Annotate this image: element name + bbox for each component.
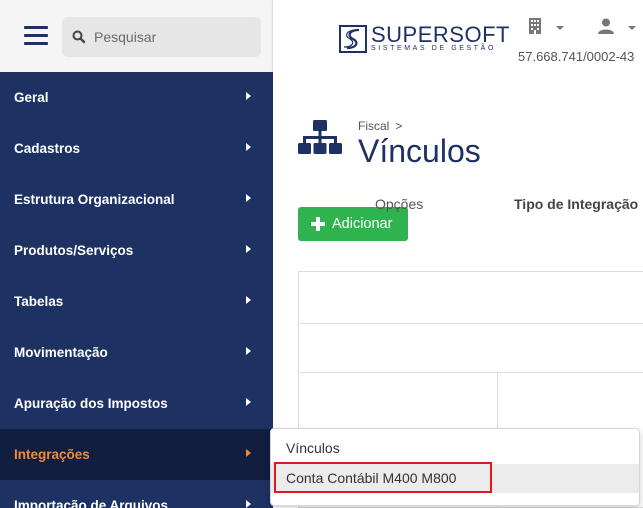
- caret-down-icon: [628, 26, 636, 30]
- chevron-right-icon: [246, 449, 251, 457]
- sidebar-item-movimentacao[interactable]: Movimentação: [0, 327, 273, 378]
- highlight-annotation-box: [274, 462, 492, 493]
- sidebar-item-produtos-servicos[interactable]: Produtos/Serviços: [0, 225, 273, 276]
- submenu-item-vinculos[interactable]: Vínculos: [271, 434, 639, 463]
- sidebar-item-geral[interactable]: Geral: [0, 72, 273, 123]
- sidebar-item-label: Integrações: [14, 447, 90, 462]
- sidebar-item-label: Produtos/Serviços: [14, 243, 134, 258]
- sidebar-item-estrutura-organizacional[interactable]: Estrutura Organizacional: [0, 174, 273, 225]
- sidebar-item-label: Cadastros: [14, 141, 81, 156]
- sidebar-top: [0, 0, 273, 72]
- breadcrumb-separator: >: [395, 119, 403, 133]
- sidebar-item-cadastros[interactable]: Cadastros: [0, 123, 273, 174]
- sidebar-item-label: Importação de Arquivos: [14, 498, 169, 508]
- search-icon: [72, 30, 86, 44]
- caret-down-icon: [556, 26, 564, 30]
- page-title: Vínculos: [358, 133, 481, 169]
- brand-subtitle: SISTEMAS DE GESTÃO: [371, 45, 496, 52]
- plus-icon: [311, 217, 325, 231]
- chevron-right-icon: [246, 296, 251, 304]
- breadcrumb-item-fiscal[interactable]: Fiscal: [358, 119, 389, 133]
- company-cnpj: 57.668.741/0002-43: [518, 49, 635, 64]
- chevron-right-icon: [246, 245, 251, 253]
- sidebar: Geral Cadastros Estrutura Organizacional…: [0, 0, 273, 508]
- supersoft-logo-icon: [339, 25, 367, 53]
- user-icon: [598, 18, 614, 34]
- grid-toolbar-row: [299, 272, 643, 324]
- column-header-tipo-de-integracao[interactable]: Tipo de Integração: [514, 196, 638, 212]
- search-input[interactable]: [94, 26, 254, 48]
- breadcrumb: Fiscal >: [358, 119, 402, 133]
- column-header-opcoes[interactable]: Opções: [375, 196, 423, 212]
- company-selector-button[interactable]: [528, 18, 568, 38]
- sidebar-item-label: Movimentação: [14, 345, 108, 360]
- sidebar-item-label: Estrutura Organizacional: [14, 192, 175, 207]
- grid-filter-row: [299, 324, 643, 373]
- top-header: SUPERSOFT SISTEMAS DE GESTÃO 57.668.741/…: [273, 0, 643, 72]
- sidebar-item-tabelas[interactable]: Tabelas: [0, 276, 273, 327]
- chevron-right-icon: [246, 347, 251, 355]
- add-button-label: Adicionar: [332, 216, 393, 232]
- chevron-right-icon: [246, 194, 251, 202]
- building-icon: [529, 18, 541, 34]
- sidebar-item-apuracao-dos-impostos[interactable]: Apuração dos Impostos: [0, 378, 273, 429]
- chevron-right-icon: [246, 92, 251, 100]
- sidebar-item-importacao-de-arquivos[interactable]: Importação de Arquivos: [0, 480, 273, 508]
- sitemap-icon: [298, 120, 342, 154]
- sidebar-item-integracoes[interactable]: Integrações: [0, 429, 273, 480]
- add-button[interactable]: Adicionar: [298, 207, 408, 241]
- sidebar-item-label: Geral: [14, 90, 49, 105]
- chevron-right-icon: [246, 500, 251, 508]
- menu-toggle-icon[interactable]: [24, 26, 48, 48]
- search-box: [62, 17, 261, 57]
- integracoes-submenu: Vínculos Conta Contábil M400 M800: [270, 428, 640, 506]
- chevron-right-icon: [246, 398, 251, 406]
- sidebar-menu: Geral Cadastros Estrutura Organizacional…: [0, 72, 273, 508]
- user-menu-button[interactable]: [598, 18, 643, 38]
- chevron-right-icon: [246, 143, 251, 151]
- sidebar-item-label: Tabelas: [14, 294, 64, 309]
- sidebar-item-label: Apuração dos Impostos: [14, 396, 168, 411]
